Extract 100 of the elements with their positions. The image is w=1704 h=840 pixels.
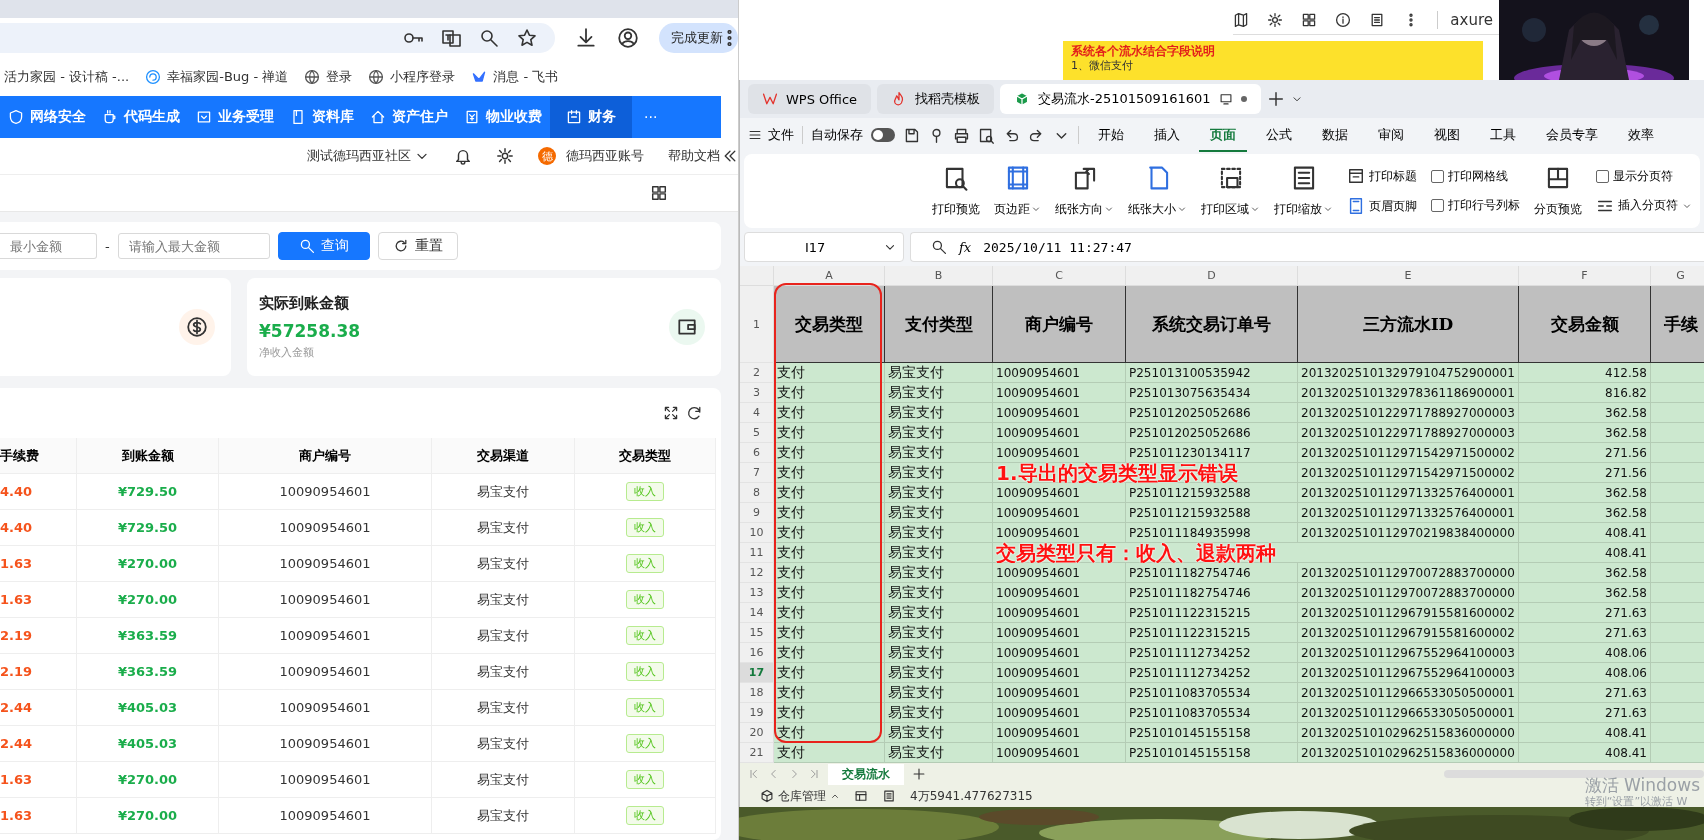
- column-letter[interactable]: B: [885, 266, 993, 286]
- translate-icon[interactable]: [441, 28, 461, 48]
- notification-icon[interactable]: [454, 147, 472, 165]
- bookmark-link[interactable]: 消息 - 飞书: [471, 68, 559, 86]
- document-tab[interactable]: 交易流水-25101509161601: [1000, 84, 1261, 114]
- row-number[interactable]: 8: [740, 483, 774, 503]
- ribbon-button[interactable]: 打印标题: [1347, 167, 1417, 185]
- ribbon-tab[interactable]: 会员专享: [1535, 118, 1609, 152]
- max-amount-field[interactable]: 请输入最大金额: [117, 233, 270, 259]
- save-icon[interactable]: [903, 126, 920, 144]
- row-number[interactable]: 19: [740, 703, 774, 723]
- bookmark-link[interactable]: 登录: [304, 68, 353, 86]
- ribbon-tab[interactable]: 视图: [1423, 118, 1471, 152]
- row-number[interactable]: 9: [740, 503, 774, 523]
- nav-tab[interactable]: 资产住户: [362, 96, 456, 138]
- download-icon[interactable]: [575, 27, 597, 49]
- row-number[interactable]: 13: [740, 583, 774, 603]
- function-label[interactable]: fx: [959, 239, 972, 255]
- more-tab[interactable]: ···: [632, 96, 670, 138]
- row-number[interactable]: 1: [740, 286, 774, 363]
- min-amount-field[interactable]: 最小金额: [0, 233, 97, 259]
- sum-icon[interactable]: [882, 789, 896, 803]
- new-tab-icon[interactable]: [1266, 90, 1285, 108]
- ribbon-button[interactable]: 纸张方向: [1055, 164, 1114, 218]
- name-box[interactable]: I17: [744, 232, 904, 262]
- sheet-tab[interactable]: 交易流水: [828, 763, 904, 785]
- ribbon-tab[interactable]: 开始: [1087, 118, 1135, 152]
- row-number[interactable]: 18: [740, 683, 774, 703]
- checkbox-option[interactable]: 打印网格线: [1431, 168, 1520, 185]
- account-name[interactable]: 德玛西亚账号: [566, 147, 644, 165]
- reset-button[interactable]: 重置: [377, 232, 458, 260]
- ribbon-tab[interactable]: 公式: [1255, 118, 1303, 152]
- ribbon-button[interactable]: 插入分页符: [1596, 196, 1692, 215]
- row-number[interactable]: 12: [740, 563, 774, 583]
- grid-icon[interactable]: [1301, 12, 1318, 28]
- nav-tab[interactable]: 业务受理: [188, 96, 282, 138]
- column-letter[interactable]: C: [993, 266, 1126, 286]
- row-number[interactable]: 20: [740, 723, 774, 743]
- row-number[interactable]: 21: [740, 743, 774, 763]
- bookmark-link[interactable]: 活力家园 - 设计稿 -...: [4, 68, 130, 86]
- ribbon-tab[interactable]: 数据: [1311, 118, 1359, 152]
- print-preview-icon[interactable]: [978, 126, 995, 144]
- row-number[interactable]: 11: [740, 543, 774, 563]
- collapse-icon[interactable]: [722, 148, 738, 164]
- column-letter[interactable]: D: [1126, 266, 1298, 286]
- row-number[interactable]: 6: [740, 443, 774, 463]
- help-link[interactable]: 帮助文档: [668, 147, 720, 165]
- profile-icon[interactable]: [617, 27, 639, 49]
- checkbox-option[interactable]: 显示分页符: [1596, 167, 1692, 185]
- bookmark-star-icon[interactable]: [517, 28, 537, 48]
- ribbon-button[interactable]: 分页预览: [1534, 164, 1582, 218]
- column-letter[interactable]: A: [774, 266, 885, 286]
- zoom-icon[interactable]: [479, 28, 499, 48]
- refresh-icon[interactable]: [687, 405, 703, 421]
- grid-icon[interactable]: [650, 184, 668, 202]
- ribbon-tab[interactable]: 效率: [1617, 118, 1665, 152]
- ribbon-button[interactable]: 纸张大小: [1128, 164, 1187, 218]
- settings-icon[interactable]: [1267, 12, 1284, 28]
- ribbon-button[interactable]: 打印预览: [932, 164, 980, 218]
- column-letter[interactable]: F: [1519, 266, 1651, 286]
- settings-icon[interactable]: [496, 147, 514, 165]
- bookmark-link[interactable]: 幸福家园-Bug - 禅道: [145, 68, 289, 86]
- nav-tab[interactable]: 网络安全: [0, 96, 94, 138]
- ribbon-tab[interactable]: 插入: [1143, 118, 1191, 152]
- document-tab[interactable]: 找稻壳模板: [877, 84, 995, 114]
- row-number[interactable]: 3: [740, 383, 774, 403]
- add-sheet-icon[interactable]: [912, 767, 926, 781]
- print-icon[interactable]: [953, 126, 970, 144]
- file-menu[interactable]: 文件: [748, 126, 794, 144]
- formula-bar[interactable]: fx 2025/10/11 11:27:47: [910, 232, 1704, 262]
- row-number[interactable]: 4: [740, 403, 774, 423]
- map-icon[interactable]: [1233, 12, 1250, 28]
- autosave-toggle[interactable]: [871, 128, 895, 142]
- row-number[interactable]: 16: [740, 643, 774, 663]
- row-number[interactable]: 2: [740, 363, 774, 383]
- table-tool-icon[interactable]: [854, 789, 868, 803]
- ribbon-tab[interactable]: 工具: [1479, 118, 1527, 152]
- row-number[interactable]: 10: [740, 523, 774, 543]
- row-number[interactable]: 15: [740, 623, 774, 643]
- row-number[interactable]: 14: [740, 603, 774, 623]
- info-icon[interactable]: [1335, 12, 1352, 28]
- fullscreen-icon[interactable]: [663, 405, 679, 421]
- document-tab[interactable]: WPS Office: [748, 84, 872, 114]
- workspace-menu[interactable]: 仓库管理: [760, 787, 840, 805]
- nav-tab[interactable]: 资料库: [282, 96, 362, 138]
- bookmark-link[interactable]: 小程序登录: [368, 68, 456, 86]
- column-letter[interactable]: E: [1298, 266, 1519, 286]
- nav-tab[interactable]: 代码生成: [94, 96, 188, 138]
- ribbon-tab[interactable]: 页面: [1199, 118, 1247, 152]
- ribbon-tab[interactable]: 审阅: [1367, 118, 1415, 152]
- community-selector[interactable]: 测试德玛西亚社区: [307, 147, 430, 165]
- ribbon-button[interactable]: 打印区域: [1201, 164, 1260, 218]
- address-bar[interactable]: [0, 23, 555, 53]
- nav-tab[interactable]: 物业收费: [456, 96, 550, 138]
- row-number[interactable]: 17: [740, 663, 774, 683]
- checkbox-option[interactable]: 打印行号列标: [1431, 197, 1520, 214]
- update-button[interactable]: 完成更新: [659, 23, 738, 53]
- ribbon-button[interactable]: 打印缩放: [1274, 164, 1333, 218]
- row-number[interactable]: 5: [740, 423, 774, 443]
- ribbon-button[interactable]: 页边距: [994, 164, 1041, 218]
